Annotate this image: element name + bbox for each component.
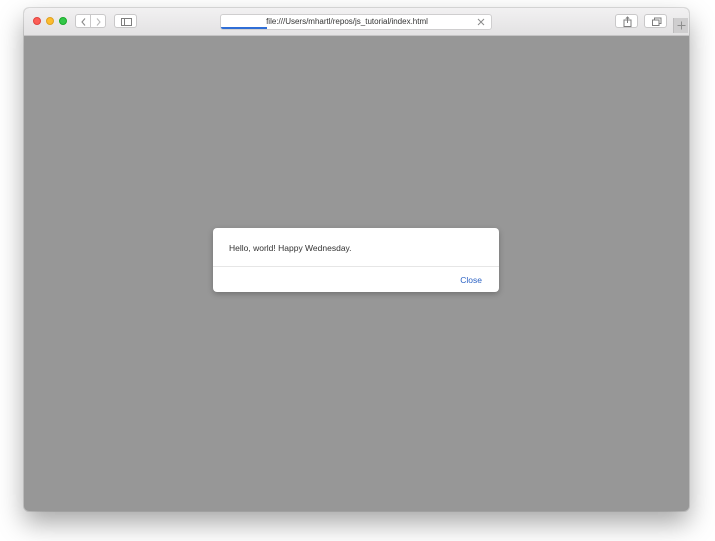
plus-icon bbox=[677, 21, 686, 30]
new-tab-button[interactable] bbox=[673, 18, 688, 33]
sidebar-icon bbox=[121, 18, 132, 26]
window-zoom-button[interactable] bbox=[59, 17, 67, 25]
window-close-button[interactable] bbox=[33, 17, 41, 25]
window-minimize-button[interactable] bbox=[46, 17, 54, 25]
browser-toolbar: file:///Users/mhartl/repos/js_tutorial/i… bbox=[24, 8, 689, 36]
close-icon[interactable] bbox=[476, 17, 486, 27]
sidebar-button[interactable] bbox=[114, 14, 137, 28]
back-button[interactable] bbox=[75, 14, 91, 28]
share-icon bbox=[623, 16, 632, 27]
page-load-progress bbox=[221, 27, 267, 29]
address-url[interactable]: file:///Users/mhartl/repos/js_tutorial/i… bbox=[221, 17, 473, 27]
address-bar[interactable]: file:///Users/mhartl/repos/js_tutorial/i… bbox=[220, 14, 492, 30]
share-button[interactable] bbox=[615, 14, 638, 28]
forward-button[interactable] bbox=[90, 14, 106, 28]
show-tabs-button[interactable] bbox=[644, 14, 667, 28]
dialog-divider bbox=[213, 266, 499, 267]
alert-dialog: Hello, world! Happy Wednesday. Close bbox=[213, 228, 499, 292]
tabs-icon bbox=[652, 17, 662, 26]
alert-message: Hello, world! Happy Wednesday. bbox=[229, 243, 352, 253]
close-button[interactable]: Close bbox=[460, 275, 482, 285]
chevron-right-icon bbox=[96, 18, 101, 26]
browser-window: file:///Users/mhartl/repos/js_tutorial/i… bbox=[24, 8, 689, 511]
